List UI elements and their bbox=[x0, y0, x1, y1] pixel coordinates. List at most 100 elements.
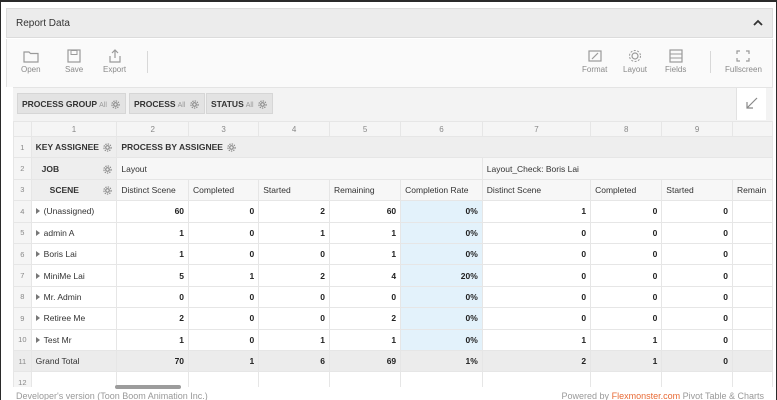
expand-arrow-icon[interactable] bbox=[35, 229, 40, 236]
expand-corner-button[interactable] bbox=[736, 88, 766, 120]
gear-icon[interactable] bbox=[103, 143, 113, 152]
data-cell[interactable]: 0 bbox=[661, 200, 733, 223]
data-cell[interactable]: 0 bbox=[590, 285, 663, 309]
data-cell[interactable]: 6 bbox=[258, 349, 330, 373]
format-button[interactable]: Format bbox=[582, 49, 607, 74]
completion-rate-cell[interactable]: 1% bbox=[400, 349, 483, 373]
filter-process-group[interactable]: PROCESS GROUP All bbox=[17, 93, 127, 114]
data-cell[interactable]: 0 bbox=[258, 285, 330, 309]
data-cell[interactable]: 1 bbox=[116, 242, 190, 266]
panel-header[interactable]: Report Data bbox=[6, 8, 773, 38]
data-cell[interactable]: 0 bbox=[590, 200, 663, 223]
data-cell[interactable]: 1 bbox=[328, 328, 402, 351]
data-cell[interactable]: 1 bbox=[328, 221, 402, 244]
data-cell[interactable]: 1 bbox=[590, 349, 663, 373]
row-label[interactable]: (Unassigned) bbox=[30, 200, 118, 223]
data-cell[interactable]: 2 bbox=[258, 200, 330, 223]
data-cell[interactable]: 1 bbox=[116, 221, 190, 244]
measure-header[interactable]: Completed bbox=[188, 178, 260, 202]
data-cell[interactable]: 60 bbox=[116, 200, 190, 223]
filter-process[interactable]: PROCESS All bbox=[129, 93, 205, 114]
fields-button[interactable]: Fields bbox=[665, 49, 686, 74]
data-cell[interactable]: 2 bbox=[116, 307, 190, 330]
export-button[interactable]: Export bbox=[103, 49, 126, 74]
data-cell[interactable]: 1 bbox=[188, 264, 260, 287]
data-cell[interactable]: 0 bbox=[188, 200, 260, 223]
row-label[interactable]: MiniMe Lai bbox=[30, 264, 118, 287]
data-cell[interactable]: 1 bbox=[188, 349, 260, 373]
data-cell[interactable]: 0 bbox=[258, 307, 330, 330]
data-cell[interactable]: 0 bbox=[188, 307, 260, 330]
data-cell[interactable] bbox=[732, 264, 773, 287]
grand-total-label[interactable]: Grand Total bbox=[30, 349, 118, 373]
measure-header[interactable]: Remain bbox=[732, 178, 773, 202]
data-cell[interactable] bbox=[732, 221, 773, 244]
data-cell[interactable]: 0 bbox=[661, 349, 733, 373]
completion-rate-cell[interactable]: 0% bbox=[400, 328, 483, 351]
completion-rate-cell[interactable]: 0% bbox=[400, 242, 483, 266]
data-cell[interactable]: 0 bbox=[590, 264, 663, 287]
data-cell[interactable]: 0 bbox=[481, 242, 592, 266]
expand-arrow-icon[interactable] bbox=[35, 251, 40, 258]
save-button[interactable]: Save bbox=[65, 49, 83, 74]
data-cell[interactable] bbox=[732, 328, 773, 351]
gear-icon[interactable] bbox=[103, 164, 113, 174]
data-cell[interactable]: 0 bbox=[590, 242, 663, 266]
gear-icon[interactable] bbox=[103, 186, 113, 195]
gear-icon[interactable] bbox=[258, 100, 267, 109]
columns-header-cell[interactable]: PROCESS BY ASSIGNEE bbox=[116, 135, 773, 159]
brand-link[interactable]: Flexmonster.com bbox=[612, 391, 681, 400]
row-label[interactable]: Test Mr bbox=[30, 328, 118, 351]
data-cell[interactable]: 0 bbox=[481, 307, 592, 330]
filter-status[interactable]: STATUS All bbox=[206, 93, 273, 114]
data-cell[interactable]: 2 bbox=[328, 307, 402, 330]
expand-arrow-icon[interactable] bbox=[35, 336, 40, 343]
data-cell[interactable]: 4 bbox=[328, 264, 402, 287]
row-label[interactable]: Mr. Admin bbox=[30, 285, 118, 309]
data-cell[interactable]: 0 bbox=[661, 328, 733, 351]
data-cell[interactable]: 1 bbox=[328, 242, 402, 266]
data-cell[interactable]: 0 bbox=[590, 307, 663, 330]
expand-arrow-icon[interactable] bbox=[35, 272, 40, 279]
data-cell[interactable]: 0 bbox=[188, 285, 260, 309]
data-cell[interactable]: 1 bbox=[481, 200, 592, 223]
data-cell[interactable]: 1 bbox=[258, 328, 330, 351]
gear-icon[interactable] bbox=[190, 100, 199, 109]
row-label[interactable]: admin A bbox=[30, 221, 118, 244]
data-cell[interactable]: 0 bbox=[661, 264, 733, 287]
measure-header[interactable]: Completion Rate bbox=[400, 178, 483, 202]
rows-header-cell[interactable]: KEY ASSIGNEE bbox=[30, 135, 118, 159]
data-cell[interactable]: 0 bbox=[188, 242, 260, 266]
data-cell[interactable]: 69 bbox=[328, 349, 402, 373]
measure-header[interactable]: Remaining bbox=[328, 178, 402, 202]
data-cell[interactable]: 0 bbox=[258, 242, 330, 266]
data-cell[interactable] bbox=[732, 242, 773, 266]
data-cell[interactable]: 2 bbox=[258, 264, 330, 287]
expand-arrow-icon[interactable] bbox=[35, 315, 40, 322]
completion-rate-cell[interactable]: 0% bbox=[400, 200, 483, 223]
data-cell[interactable]: 0 bbox=[590, 221, 663, 244]
open-button[interactable]: Open bbox=[21, 49, 41, 74]
completion-rate-cell[interactable]: 0% bbox=[400, 221, 483, 244]
expand-arrow-icon[interactable] bbox=[35, 293, 40, 300]
data-cell[interactable]: 0 bbox=[661, 307, 733, 330]
chevron-up-icon[interactable] bbox=[752, 18, 764, 28]
data-cell[interactable]: 1 bbox=[481, 328, 592, 351]
data-cell[interactable]: 0 bbox=[481, 285, 592, 309]
data-cell[interactable]: 1 bbox=[258, 221, 330, 244]
measure-header[interactable]: Started bbox=[661, 178, 733, 202]
data-cell[interactable]: 2 bbox=[481, 349, 592, 373]
data-cell[interactable] bbox=[732, 200, 773, 223]
measure-header[interactable]: Completed bbox=[590, 178, 663, 202]
data-cell[interactable]: 70 bbox=[116, 349, 190, 373]
data-cell[interactable]: 0 bbox=[188, 328, 260, 351]
fullscreen-button[interactable]: Fullscreen bbox=[725, 49, 762, 74]
data-cell[interactable]: 0 bbox=[661, 285, 733, 309]
data-cell[interactable]: 60 bbox=[328, 200, 402, 223]
data-cell[interactable] bbox=[732, 285, 773, 309]
completion-rate-cell[interactable]: 0% bbox=[400, 285, 483, 309]
expand-arrow-icon[interactable] bbox=[35, 208, 40, 215]
data-cell[interactable]: 1 bbox=[590, 328, 663, 351]
data-cell[interactable]: 0 bbox=[661, 242, 733, 266]
data-cell[interactable]: 1 bbox=[116, 328, 190, 351]
